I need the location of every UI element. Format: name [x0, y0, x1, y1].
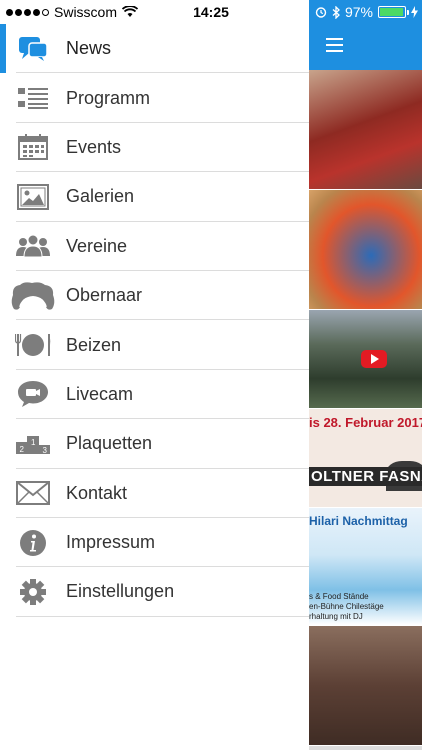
menu-item-label: Livecam	[66, 383, 134, 404]
plate-icon	[15, 330, 51, 360]
menu-item-einstellungen[interactable]: Einstellungen	[0, 567, 309, 618]
event-title: Hilari Nachmittag	[309, 514, 408, 528]
menu-item-programm[interactable]: Programm	[0, 73, 309, 124]
news-thumbnail-6[interactable]	[309, 626, 422, 746]
menu-item-label: Obernaar	[66, 285, 143, 306]
poster-date: is 28. Februar 2017	[309, 415, 422, 430]
calendar-icon	[15, 132, 51, 162]
menu-item-beizen[interactable]: Beizen	[0, 320, 309, 371]
camera-icon	[15, 379, 51, 409]
podium-icon: 213	[15, 429, 51, 459]
menu-item-label: Einstellungen	[66, 581, 175, 602]
menu-item-news[interactable]: News	[0, 24, 309, 74]
event-line: rhaltung mit DJ	[309, 612, 363, 621]
menu-item-label: Programm	[66, 87, 151, 108]
menu-item-label: Galerien	[66, 186, 135, 207]
poster-brand: OLTNER FASNACHT.CH	[309, 467, 422, 486]
menu-item-label: Kontakt	[66, 482, 128, 503]
menu-item-kontakt[interactable]: Kontakt	[0, 469, 309, 519]
menu-item-obernaar[interactable]: Obernaar	[0, 271, 309, 321]
menu-item-plaquetten[interactable]: 213 Plaquetten	[0, 419, 309, 469]
battery-icon	[378, 6, 409, 18]
charging-icon	[411, 6, 418, 18]
gear-icon	[15, 577, 51, 607]
event-line: en-Bühne Chilestäge	[309, 602, 384, 611]
menu-item-vereine[interactable]: Vereine	[0, 222, 309, 272]
news-thumbnail-video[interactable]	[309, 310, 422, 409]
menu-toggle-icon[interactable]	[326, 38, 343, 52]
svg-text:2: 2	[20, 445, 25, 454]
news-thumbnail-2[interactable]	[309, 190, 422, 310]
menu-item-impressum[interactable]: Impressum	[0, 518, 309, 568]
bluetooth-icon	[332, 5, 340, 19]
menu-item-label: Plaquetten	[66, 433, 153, 454]
menu-item-galerien[interactable]: Galerien	[0, 172, 309, 222]
menu-item-label: Events	[66, 136, 122, 157]
status-right: 97%	[315, 4, 418, 20]
svg-text:3: 3	[43, 446, 48, 455]
list-icon	[15, 83, 51, 113]
menu-item-label: Vereine	[66, 235, 128, 256]
event-details: s & Food Stände en-Bühne Chilestäge rhal…	[309, 592, 384, 622]
status-bar: Swisscom 14:25 97%	[0, 0, 422, 24]
menu-item-label: Beizen	[66, 334, 122, 355]
alarm-icon	[315, 6, 327, 18]
menu-item-events[interactable]: Events	[0, 123, 309, 173]
play-video-icon[interactable]	[361, 350, 387, 368]
news-thumbnail-1[interactable]	[309, 70, 422, 190]
menu-item-label: Impressum	[66, 532, 156, 553]
menu-item-livecam[interactable]: Livecam	[0, 370, 309, 420]
news-feed-panel: is 28. Februar 2017 OLTNER FASNACHT.CH H…	[309, 0, 422, 750]
info-icon	[15, 528, 51, 558]
people-icon	[15, 231, 51, 261]
gallery-icon	[15, 182, 51, 212]
news-icon	[15, 34, 51, 64]
news-thumbnail-poster[interactable]: is 28. Februar 2017 OLTNER FASNACHT.CH	[309, 409, 422, 508]
news-thumbnail-event[interactable]: Hilari Nachmittag s & Food Stände en-Büh…	[309, 508, 422, 626]
event-line: s & Food Stände	[309, 592, 369, 601]
wig-icon	[10, 281, 56, 311]
mail-icon	[15, 478, 51, 508]
menu-item-label: News	[66, 38, 112, 59]
side-menu: News Programm Events Galerien Vereine Ob…	[0, 24, 309, 750]
svg-text:1: 1	[31, 438, 36, 447]
battery-percent: 97%	[344, 4, 373, 20]
